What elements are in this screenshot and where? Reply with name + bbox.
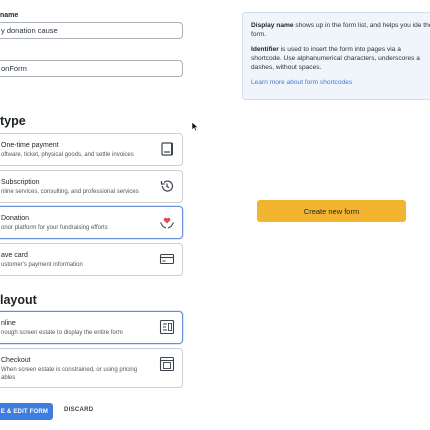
- help-display-name: Display name shows up in the form list, …: [251, 22, 430, 38]
- option-desc: onor platform for your fundraising effor…: [1, 225, 108, 231]
- option-desc: nline services, consulting, and professi…: [1, 189, 139, 195]
- layout-option-inline[interactable]: nline nough screen estate to display the…: [0, 311, 183, 344]
- layout-heading: layout: [0, 293, 37, 307]
- option-title: One-time payment: [1, 142, 59, 149]
- identifier-input[interactable]: onForm: [0, 60, 183, 77]
- option-desc: ustomer's payment information: [1, 262, 83, 268]
- type-heading: type: [0, 114, 26, 128]
- type-option-save-card[interactable]: ave card ustomer's payment information: [0, 243, 183, 276]
- credit-card-icon: [159, 253, 175, 265]
- display-name-input[interactable]: y donation cause: [0, 22, 183, 39]
- option-title: Checkout: [1, 357, 31, 364]
- help-panel: Display name shows up in the form list, …: [242, 12, 430, 100]
- type-option-one-time[interactable]: One-time payment oftware, ticket, physic…: [0, 133, 183, 166]
- history-icon: [160, 180, 174, 192]
- option-title: nline: [1, 320, 16, 327]
- option-desc: oftware, ticket, physical goods, and set…: [1, 152, 134, 158]
- mouse-cursor-icon: [191, 121, 199, 132]
- learn-more-link[interactable]: Learn more about form shortcodes: [251, 78, 430, 87]
- heart-hands-icon: [160, 217, 174, 229]
- receipt-icon: [161, 142, 173, 156]
- option-title: ave card: [1, 252, 28, 259]
- option-title: Subscription: [1, 179, 40, 186]
- layout-option-checkout[interactable]: Checkout When screen estate is constrain…: [0, 348, 183, 388]
- type-option-subscription[interactable]: Subscription nline services, consulting,…: [0, 170, 183, 203]
- type-option-donation[interactable]: Donation onor platform for your fundrais…: [0, 206, 183, 239]
- discard-button[interactable]: DISCARD: [64, 407, 93, 413]
- create-new-form-button[interactable]: Create new form: [257, 200, 406, 222]
- checkout-layout-icon: [159, 356, 175, 372]
- option-desc: nough screen estate to display the entir…: [1, 330, 123, 336]
- help-identifier: Identifier is used to insert the form in…: [251, 46, 420, 71]
- inline-layout-icon: [159, 319, 175, 335]
- save-and-edit-form-button[interactable]: E & EDIT FORM: [0, 403, 53, 420]
- option-title: Donation: [1, 215, 30, 222]
- option-desc: When screen estate is constrained, or us…: [1, 367, 138, 381]
- display-name-label: name: [0, 12, 19, 19]
